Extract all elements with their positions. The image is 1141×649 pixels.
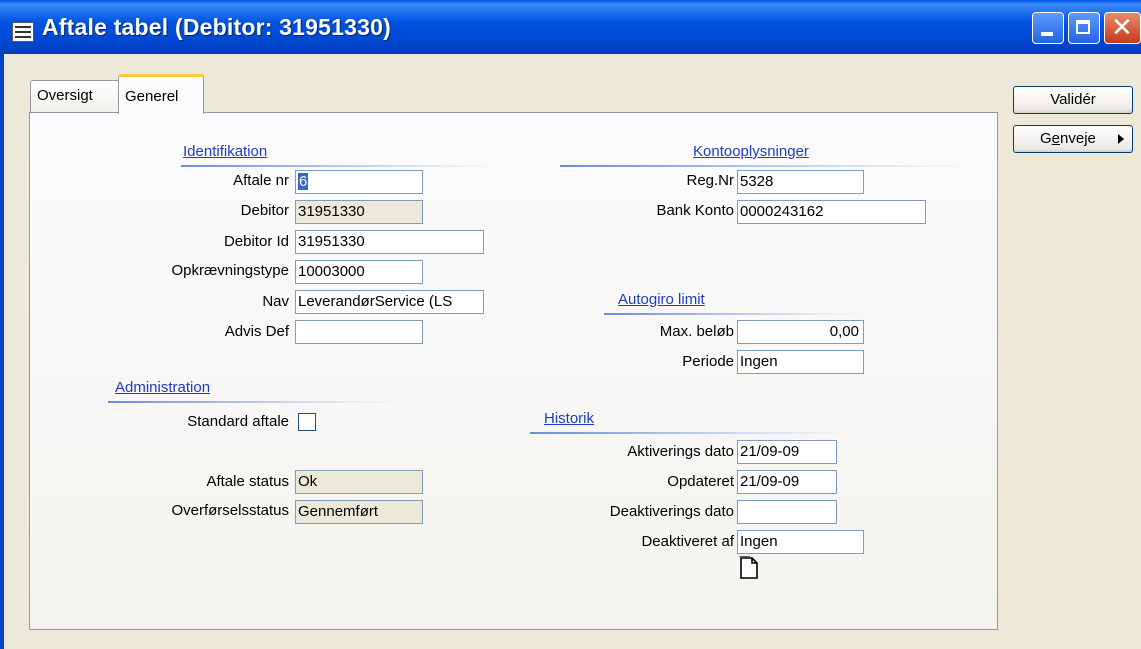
section-heading: Kontooplysninger: [693, 143, 809, 160]
section-divider: [181, 165, 497, 167]
name-label: Nav: [262, 293, 289, 310]
updated-field[interactable]: 21/09-09: [737, 470, 837, 494]
transfer-status-field: Gennemført: [295, 500, 423, 524]
deactivation-date-label: Deaktiverings dato: [609, 503, 734, 520]
bank-account-label: Bank Konto: [656, 202, 734, 219]
section-divider: [604, 313, 866, 315]
minimize-icon: [1041, 32, 1053, 36]
window-title: Aftale tabel (Debitor: 31951330): [42, 14, 391, 40]
shortcuts-button[interactable]: Genveje: [1013, 125, 1133, 153]
tab-general[interactable]: Generel: [118, 74, 204, 114]
section-heading: Identifikation: [183, 143, 268, 160]
shortcuts-label-mnemonic: e: [1051, 130, 1061, 147]
updated-label: Opdateret: [667, 473, 734, 490]
advis-def-field[interactable]: [295, 320, 423, 344]
maximize-button[interactable]: [1068, 12, 1100, 44]
document-icon[interactable]: [737, 556, 761, 580]
table-icon[interactable]: [12, 22, 34, 42]
agreement-status-field: Ok: [295, 470, 423, 494]
bank-account-field[interactable]: 0000243162: [737, 200, 926, 224]
section-divider: [560, 165, 970, 167]
standard-agreement-checkbox[interactable]: [298, 413, 316, 431]
period-field[interactable]: Ingen: [737, 350, 864, 374]
period-label: Periode: [682, 353, 734, 370]
deactivated-by-label: Deaktiveret af: [641, 533, 734, 550]
submenu-arrow-icon: [1118, 134, 1124, 144]
name-field[interactable]: LeverandørService (LS: [295, 290, 484, 314]
agreement-status-label: Aftale status: [206, 473, 289, 490]
debtor-label: Debitor: [240, 202, 289, 219]
maximize-icon: [1076, 20, 1090, 34]
close-icon: ✕: [1111, 13, 1133, 43]
collection-type-field[interactable]: 10003000: [295, 260, 423, 284]
debtor-field: 31951330: [295, 200, 423, 224]
activation-date-label: Aktiverings dato: [627, 443, 734, 460]
validate-button[interactable]: Validér: [1013, 86, 1133, 114]
deactivation-date-field[interactable]: [737, 500, 837, 524]
section-heading: Historik: [544, 410, 595, 427]
agreement-no-label: Aftale nr: [233, 172, 289, 189]
advis-def-label: Advis Def: [224, 323, 289, 340]
debtor-id-field[interactable]: 31951330: [295, 230, 484, 254]
shortcuts-label-part: nveje: [1060, 130, 1096, 147]
title-bar[interactable]: Aftale tabel (Debitor: 31951330) ✕: [0, 0, 1141, 54]
max-amount-label: Max. beløb: [659, 323, 734, 340]
close-button[interactable]: ✕: [1104, 12, 1141, 44]
debtor-id-label: Debitor Id: [223, 233, 289, 250]
window-border: [0, 54, 4, 649]
agreement-no-value: 6: [298, 173, 309, 190]
activation-date-field[interactable]: 21/09-09: [737, 440, 837, 464]
collection-type-label: Opkrævningstype: [171, 262, 289, 279]
agreement-no-field[interactable]: 6: [295, 170, 423, 194]
deactivated-by-field[interactable]: Ingen: [737, 530, 864, 554]
section-divider: [530, 432, 850, 434]
tab-overview[interactable]: Oversigt: [30, 80, 120, 112]
minimize-button[interactable]: [1032, 12, 1064, 44]
section-divider: [108, 401, 400, 403]
section-heading: Autogiro limit: [618, 291, 705, 308]
section-heading: Administration: [115, 379, 211, 396]
reg-no-field[interactable]: 5328: [737, 170, 864, 194]
reg-no-label: Reg.Nr: [686, 172, 734, 189]
shortcuts-label: Genveje: [1040, 126, 1096, 152]
standard-agreement-label: Standard aftale: [187, 413, 289, 430]
shortcuts-label-part: G: [1040, 130, 1052, 147]
transfer-status-label: Overførselsstatus: [171, 502, 289, 519]
max-amount-field[interactable]: 0,00: [737, 320, 864, 344]
